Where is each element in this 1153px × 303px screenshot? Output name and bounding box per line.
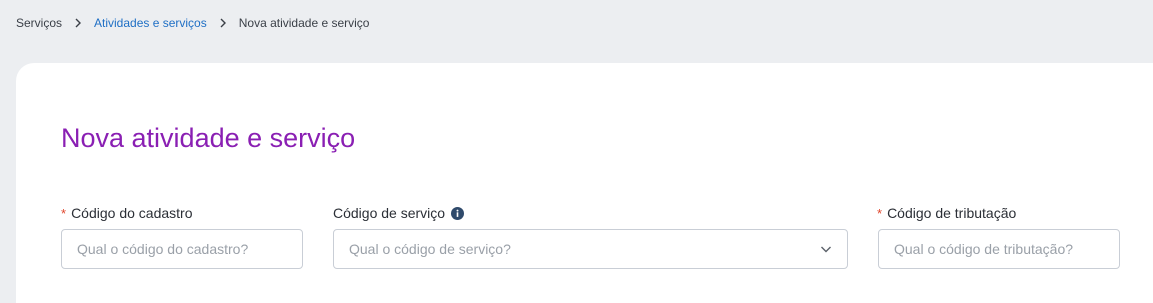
page-title: Nova atividade e serviço — [61, 123, 356, 153]
breadcrumb: Serviços Atividades e serviços Nova ativ… — [16, 15, 369, 31]
breadcrumb-item-atividades[interactable]: Atividades e serviços — [94, 16, 207, 30]
required-marker: * — [877, 205, 883, 221]
info-icon[interactable] — [451, 206, 465, 220]
codigo-cadastro-input[interactable] — [77, 241, 287, 257]
breadcrumb-item-servicos[interactable]: Serviços — [16, 16, 62, 30]
breadcrumb-item-current: Nova atividade e serviço — [238, 16, 370, 30]
chevron-right-icon — [207, 15, 239, 31]
codigo-servico-label-text: Código de serviço — [333, 205, 446, 221]
required-marker: * — [61, 205, 67, 221]
codigo-servico-placeholder: Qual o código de serviço? — [349, 241, 511, 257]
codigo-cadastro-label: * Código do cadastro — [61, 205, 192, 221]
codigo-tributacao-input[interactable] — [894, 241, 1104, 257]
chevron-down-icon[interactable] — [820, 243, 832, 255]
codigo-tributacao-field[interactable] — [878, 229, 1120, 269]
codigo-cadastro-field[interactable] — [61, 229, 303, 269]
codigo-cadastro-label-text: Código do cadastro — [71, 205, 193, 221]
codigo-servico-label: Código de serviço — [333, 205, 465, 221]
codigo-tributacao-label: * Código de tributação — [877, 205, 1016, 221]
codigo-servico-select[interactable]: Qual o código de serviço? — [333, 229, 848, 269]
codigo-tributacao-label-text: Código de tributação — [887, 205, 1017, 221]
chevron-right-icon — [62, 15, 94, 31]
